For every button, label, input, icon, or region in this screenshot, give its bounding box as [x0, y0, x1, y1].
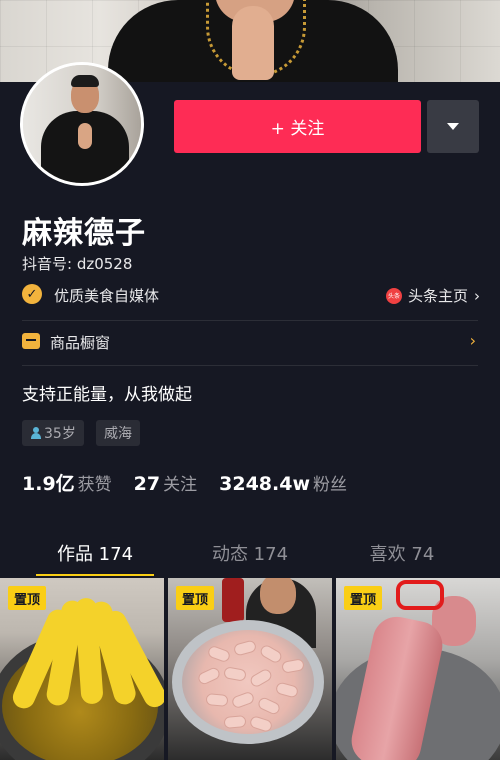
chevron-right-icon: › — [469, 331, 476, 350]
following-count: 27 — [133, 473, 161, 495]
profile-stats: 1.9亿 获赞 27 关注 3248.4w 粉丝 — [22, 469, 347, 496]
followers-count: 3248.4w — [219, 473, 310, 495]
followers-label: 粉丝 — [313, 475, 347, 495]
shop-window-label: 商品橱窗 — [50, 334, 111, 352]
chevron-right-icon: › — [474, 286, 480, 305]
tab-activity[interactable]: 动态 174 — [167, 540, 333, 566]
followers-stat[interactable]: 3248.4w 粉丝 — [219, 470, 347, 495]
wing — [205, 693, 229, 707]
following-stat[interactable]: 27 关注 — [134, 470, 197, 495]
red-bow — [396, 580, 444, 610]
likes-label: 获赞 — [77, 475, 112, 495]
video-thumbnail-bananas[interactable]: 置顶 — [0, 578, 164, 760]
toutiao-logo-icon: 头条 — [385, 287, 402, 304]
person-icon — [30, 427, 42, 439]
video-thumbnail-pork-loin[interactable]: 置顶 — [336, 578, 500, 760]
shop-window-icon — [22, 333, 40, 349]
follow-button-label: + 关注 — [270, 119, 325, 139]
verification-text: 优质美食自媒体 — [54, 287, 160, 305]
video-thumbnail-chicken-wings[interactable]: 置顶 — [168, 578, 332, 760]
video-grid: 置顶 置顶 置顶 — [0, 578, 500, 760]
city-tag-label: 威海 — [104, 426, 132, 442]
follow-button[interactable]: + 关注 — [174, 100, 421, 153]
pinned-badge: 置顶 — [176, 586, 215, 610]
avatar-hair — [71, 75, 99, 87]
chef-head — [260, 578, 296, 614]
more-options-button[interactable] — [427, 100, 479, 153]
age-tag: 35岁 — [22, 420, 84, 446]
likes-count: 1.9亿 — [22, 473, 75, 495]
avatar-hands — [78, 123, 92, 149]
pinned-badge: 置顶 — [344, 586, 383, 610]
city-tag: 威海 — [96, 420, 140, 446]
age-tag-label: 35岁 — [44, 426, 76, 442]
pinned-badge: 置顶 — [8, 586, 47, 610]
banner-hands — [232, 6, 274, 80]
content-tabs: 作品 174 动态 174 喜欢 74 — [0, 532, 500, 576]
shop-window-row[interactable]: 商品橱窗 › — [22, 331, 478, 355]
caret-down-icon — [447, 123, 459, 130]
avatar[interactable] — [20, 62, 144, 186]
divider — [22, 320, 478, 321]
likes-stat[interactable]: 1.9亿 获赞 — [22, 469, 112, 496]
toutiao-homepage-link[interactable]: 头条 头条主页 › — [385, 285, 480, 306]
profile-bio: 支持正能量，从我做起 — [22, 385, 192, 405]
tab-works[interactable]: 作品 174 — [12, 540, 178, 566]
verified-check-icon: ✓ — [22, 284, 42, 304]
toutiao-link-label: 头条主页 — [407, 287, 468, 305]
verification-row: ✓ 优质美食自媒体 头条 头条主页 › — [22, 284, 480, 306]
active-tab-indicator — [36, 574, 154, 576]
bottle — [222, 578, 244, 622]
profile-name: 麻辣德子 — [22, 216, 146, 251]
tab-likes[interactable]: 喜欢 74 — [319, 540, 485, 566]
douyin-id: 抖音号: dz0528 — [22, 255, 133, 273]
following-label: 关注 — [163, 475, 198, 495]
divider — [22, 365, 478, 366]
